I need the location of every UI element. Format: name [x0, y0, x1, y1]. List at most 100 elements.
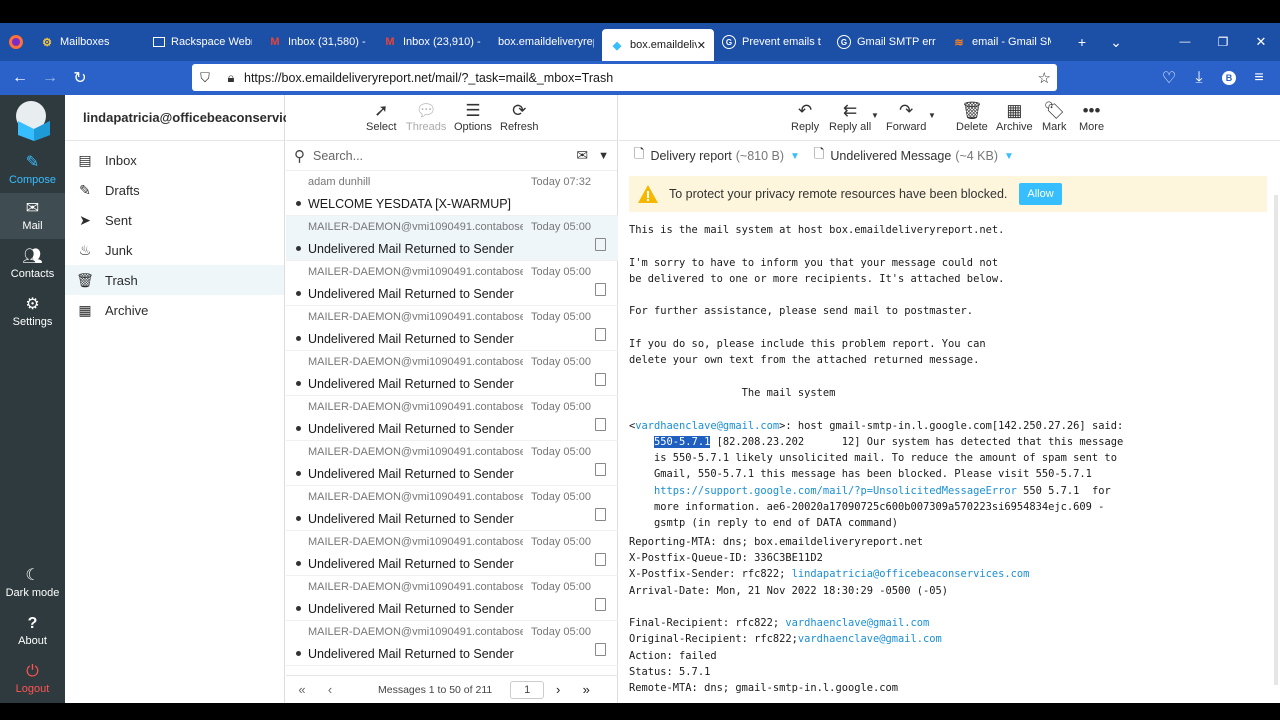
lock-icon[interactable]: 🔒︎: [218, 70, 244, 86]
google-icon: G: [722, 35, 736, 49]
last-page-icon[interactable]: »: [572, 682, 600, 697]
unread-dot-icon[interactable]: [296, 606, 301, 611]
first-page-icon[interactable]: «: [288, 682, 316, 697]
unread-dot-icon[interactable]: [296, 291, 301, 296]
compose-button[interactable]: ✎ Compose: [0, 147, 65, 193]
logout-button[interactable]: ⏻ Logout: [0, 656, 65, 702]
downloads-icon[interactable]: ⤓: [1184, 63, 1214, 93]
roundcube-logo-icon[interactable]: [12, 99, 54, 141]
next-page-icon[interactable]: ›: [544, 682, 572, 697]
page-number-input[interactable]: 1: [510, 680, 545, 699]
sender-link[interactable]: lindapatricia@officebeaconservices.com: [792, 568, 1030, 580]
about-button[interactable]: ? About: [0, 608, 65, 654]
shield-icon[interactable]: ⛉: [192, 70, 218, 86]
browser-tab[interactable]: M Inbox (31,580) - a: [260, 23, 375, 61]
chevron-down-icon[interactable]: ▼: [790, 151, 800, 162]
browser-tab[interactable]: G Prevent emails to: [714, 23, 829, 61]
part-undelivered-message[interactable]: Undelivered Message: [830, 149, 951, 163]
search-bar[interactable]: ⚲ Search... ✉ ▼: [286, 141, 617, 171]
chevron-down-icon[interactable]: ▼: [598, 150, 609, 162]
part-delivery-report[interactable]: Delivery report: [650, 149, 731, 163]
refresh-button[interactable]: ⟳ Refresh: [500, 101, 539, 133]
maximize-button[interactable]: ❐: [1204, 23, 1242, 61]
select-button[interactable]: ➚ Select: [366, 101, 397, 133]
support-link[interactable]: https://support.google.com/mail/?p=Unsol…: [654, 485, 1017, 497]
tab-list-button[interactable]: ⌄: [1097, 23, 1135, 61]
back-arrow-icon[interactable]: ←: [5, 63, 35, 93]
new-tab-button[interactable]: +: [1063, 23, 1101, 61]
recipient-link[interactable]: vardhaenclave@gmail.com: [798, 633, 942, 645]
mark-button[interactable]: 🏷︎ Mark: [1042, 101, 1066, 133]
unread-dot-icon[interactable]: [296, 201, 301, 206]
url-text[interactable]: https://box.emaildeliveryreport.net/mail…: [244, 71, 613, 85]
recipient-link[interactable]: vardhaenclave@gmail.com: [785, 617, 929, 629]
account-icon[interactable]: B: [1214, 63, 1244, 93]
address-bar[interactable]: ⛉ 🔒︎ https://box.emaildeliveryreport.net…: [192, 64, 1057, 91]
reply-all-dropdown-icon[interactable]: ▼: [871, 111, 879, 120]
message-row[interactable]: MAILER-DAEMON@vmi1090491.contaboser... To…: [286, 531, 618, 576]
message-row[interactable]: MAILER-DAEMON@vmi1090491.contaboser... To…: [286, 216, 618, 261]
message-date: Today 05:00: [531, 401, 591, 413]
firefox-icon[interactable]: [0, 23, 32, 61]
settings-button[interactable]: ⚙ Settings: [0, 289, 65, 335]
unread-dot-icon[interactable]: [296, 516, 301, 521]
browser-tab[interactable]: GGmail SMTP error: [829, 23, 944, 61]
menu-icon[interactable]: ≡: [1244, 63, 1274, 93]
contacts-button[interactable]: 👥︎ Contacts: [0, 241, 65, 287]
pocket-icon[interactable]: ♡: [1154, 63, 1184, 93]
folder-archive[interactable]: ▦ Archive: [65, 295, 284, 325]
unread-dot-icon[interactable]: [296, 561, 301, 566]
browser-tab-active[interactable]: ◆ box.emaildeliv ✕: [602, 29, 714, 61]
folder-junk[interactable]: ♨ Junk: [65, 235, 284, 265]
archive-button[interactable]: ▦ Archive: [996, 101, 1033, 133]
unread-dot-icon[interactable]: [296, 336, 301, 341]
message-row[interactable]: MAILER-DAEMON@vmi1090491.contaboser... To…: [286, 261, 618, 306]
unread-dot-icon[interactable]: [296, 246, 301, 251]
folder-trash[interactable]: 🗑︎ Trash: [65, 265, 284, 295]
message-row[interactable]: MAILER-DAEMON@vmi1090491.contaboser... To…: [286, 396, 618, 441]
forward-button[interactable]: ↷ Forward: [886, 101, 926, 133]
reply-all-button[interactable]: ⇇ Reply all: [829, 101, 871, 133]
reply-button[interactable]: ↶ Reply: [791, 101, 819, 133]
close-window-button[interactable]: ✕: [1242, 23, 1280, 61]
envelope-filter-icon[interactable]: ✉: [576, 147, 588, 164]
mail-button[interactable]: ✉ Mail: [0, 193, 65, 239]
message-row[interactable]: MAILER-DAEMON@vmi1090491.contaboser... To…: [286, 441, 618, 486]
chevron-down-icon[interactable]: ▼: [1004, 151, 1014, 162]
forward-dropdown-icon[interactable]: ▼: [928, 111, 936, 120]
folder-drafts[interactable]: ✎ Drafts: [65, 175, 284, 205]
folder-inbox[interactable]: ▤ Inbox: [65, 145, 284, 175]
unread-dot-icon[interactable]: [296, 651, 301, 656]
close-tab-icon[interactable]: ✕: [697, 39, 706, 52]
unread-dot-icon[interactable]: [296, 471, 301, 476]
forward-arrow-icon[interactable]: →: [35, 63, 65, 93]
message-row[interactable]: MAILER-DAEMON@vmi1090491.contaboser... To…: [286, 621, 618, 666]
search-input[interactable]: Search...: [313, 149, 363, 163]
minimize-button[interactable]: —: [1166, 23, 1204, 61]
recipient-link[interactable]: vardhaenclave@gmail.com: [635, 420, 779, 432]
browser-tab[interactable]: Rackspace Webm: [145, 23, 260, 61]
message-row[interactable]: adam dunhill Today 07:32 WELCOME YESDATA […: [286, 171, 618, 216]
bookmark-star-icon[interactable]: ☆: [1038, 69, 1051, 87]
allow-button[interactable]: Allow: [1019, 183, 1062, 205]
browser-tab[interactable]: ≋ email - Gmail SM: [944, 23, 1059, 61]
browser-tab[interactable]: M Inbox (23,910) - o: [375, 23, 490, 61]
dark-mode-button[interactable]: ☾ Dark mode: [0, 560, 65, 606]
browser-tab[interactable]: ⚙ Mailboxes: [32, 23, 145, 61]
prev-page-icon[interactable]: ‹: [316, 682, 344, 697]
threads-button[interactable]: 💬︎ Threads: [406, 101, 446, 133]
message-row[interactable]: MAILER-DAEMON@vmi1090491.contaboser... To…: [286, 486, 618, 531]
folder-sent[interactable]: ➤ Sent: [65, 205, 284, 235]
unread-dot-icon[interactable]: [296, 426, 301, 431]
browser-tab[interactable]: box.emaildeliveryrep: [490, 23, 602, 61]
more-button[interactable]: ••• More: [1079, 101, 1104, 133]
message-row[interactable]: MAILER-DAEMON@vmi1090491.contaboser... To…: [286, 306, 618, 351]
unread-dot-icon[interactable]: [296, 381, 301, 386]
message-row[interactable]: MAILER-DAEMON@vmi1090491.contaboser... To…: [286, 576, 618, 621]
scrollbar[interactable]: [1274, 195, 1278, 685]
message-row[interactable]: MAILER-DAEMON@vmi1090491.contaboser... To…: [286, 351, 618, 396]
delete-button[interactable]: 🗑︎ Delete: [956, 101, 988, 133]
reload-icon[interactable]: ↻: [65, 63, 95, 93]
body-line: more information. ae6-20020a17090725c600…: [629, 501, 1105, 514]
options-button[interactable]: ☰ Options: [454, 101, 492, 133]
